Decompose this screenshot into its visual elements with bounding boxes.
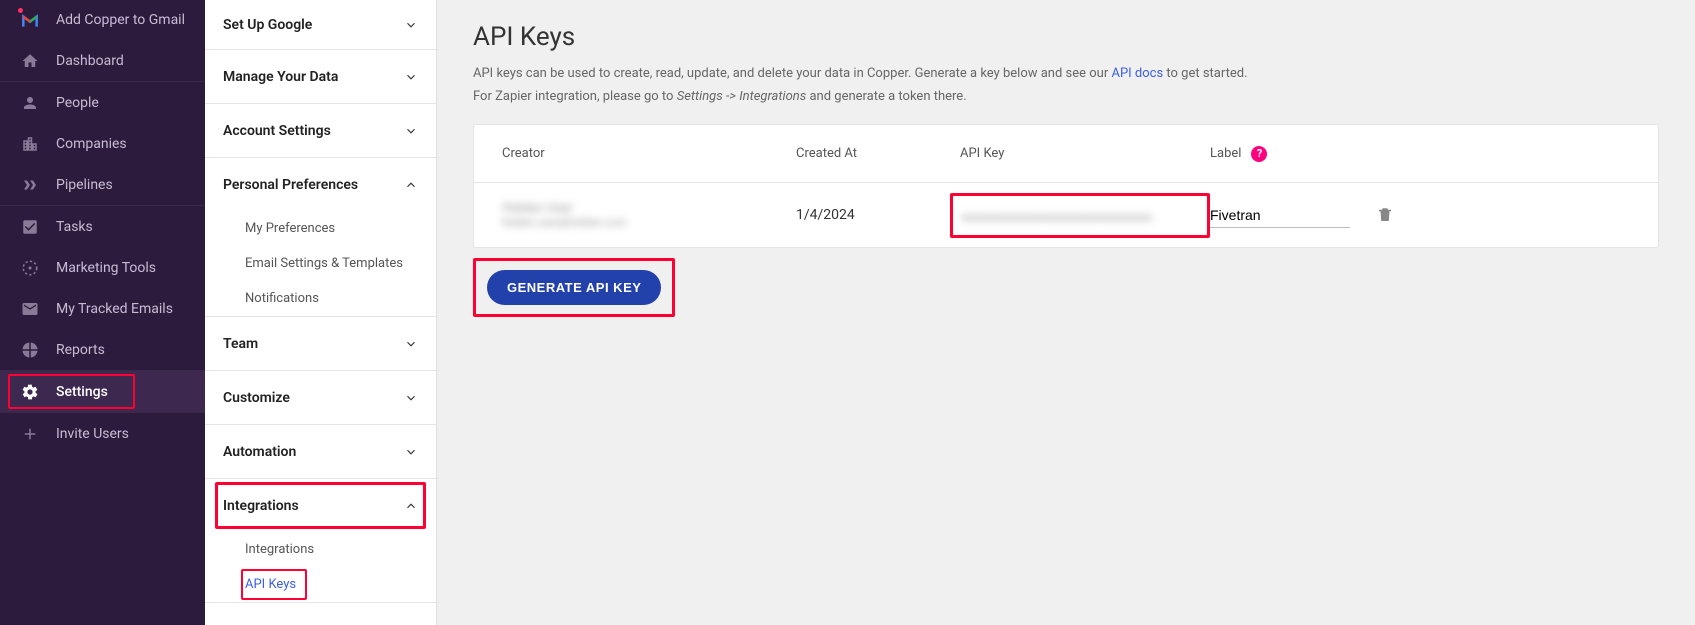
nav-dashboard[interactable]: Dashboard [0, 40, 205, 81]
col-creator-header: Creator [502, 146, 796, 161]
sub-team[interactable]: Team [205, 317, 436, 370]
settings-icon [20, 382, 40, 402]
chevron-down-icon [404, 445, 418, 459]
created-cell: 1/4/2024 [796, 207, 960, 223]
nav-marketing[interactable]: Marketing Tools [0, 247, 205, 288]
sub-title: Set Up Google [223, 17, 312, 33]
chevron-down-icon [404, 18, 418, 32]
task-icon [20, 217, 40, 237]
creator-cell: Hidden User hidden.user@hidden.com [502, 201, 796, 229]
nav-label: Dashboard [56, 53, 124, 69]
nav-label: People [56, 95, 99, 111]
chevron-down-icon [404, 337, 418, 351]
help-icon[interactable]: ? [1251, 146, 1267, 162]
creator-email: hidden.user@hidden.com [502, 216, 796, 229]
sub-title: Account Settings [223, 123, 331, 139]
desc-text: API keys can be used to create, read, up… [473, 66, 1111, 81]
nav-label: Reports [56, 342, 105, 358]
nav-label: Pipelines [56, 177, 113, 193]
creator-name: Hidden User [502, 201, 796, 216]
marketing-icon [20, 258, 40, 278]
nav-label: Settings [56, 384, 108, 400]
col-created-header: Created At [796, 146, 960, 161]
delete-key-button[interactable] [1370, 206, 1400, 224]
nav-reports[interactable]: Reports [0, 329, 205, 370]
sub-item-notifications[interactable]: Notifications [205, 281, 436, 316]
sub-automation[interactable]: Automation [205, 425, 436, 478]
nav-label: Companies [56, 136, 127, 152]
nav-settings[interactable]: Settings [0, 371, 205, 412]
nav-pipelines[interactable]: Pipelines [0, 164, 205, 205]
chevron-up-icon [404, 499, 418, 513]
sub-item-integrations[interactable]: Integrations [205, 532, 436, 567]
nav-label: My Tracked Emails [56, 301, 173, 317]
home-icon [20, 51, 40, 71]
company-icon [20, 134, 40, 154]
settings-sub-sidebar: Set Up Google Manage Your Data Account S… [205, 0, 437, 625]
main-nav-sidebar: Add Copper to Gmail Dashboard People Com… [0, 0, 205, 625]
sub-item-api-keys[interactable]: API Keys [205, 567, 436, 602]
nav-tracked-emails[interactable]: My Tracked Emails [0, 288, 205, 329]
sub-manage-data[interactable]: Manage Your Data [205, 50, 436, 103]
page-description-2: For Zapier integration, please go to Set… [473, 89, 1659, 104]
desc-text: For Zapier integration, please go to [473, 89, 677, 104]
sub-title: Integrations [223, 498, 299, 514]
sub-item-my-prefs[interactable]: My Preferences [205, 211, 436, 246]
sub-title: Manage Your Data [223, 69, 338, 85]
reports-icon [20, 340, 40, 360]
chevron-up-icon [404, 178, 418, 192]
sub-customize[interactable]: Customize [205, 371, 436, 424]
sub-title: Team [223, 336, 258, 352]
sub-item-email-settings[interactable]: Email Settings & Templates [205, 246, 436, 281]
plus-icon [20, 424, 40, 444]
table-row: Hidden User hidden.user@hidden.com 1/4/2… [474, 183, 1658, 247]
nav-label: Invite Users [56, 426, 129, 442]
desc-italic: Settings -> Integrations [677, 89, 807, 104]
api-docs-link[interactable]: API docs [1111, 66, 1163, 81]
gmail-label: Add Copper to Gmail [56, 12, 185, 28]
copper-logo [20, 10, 40, 30]
desc-text: to get started. [1163, 66, 1247, 81]
page-title: API Keys [473, 22, 1659, 52]
chevron-down-icon [404, 124, 418, 138]
api-keys-table-card: Creator Created At API Key Label ? Hidde… [473, 124, 1659, 248]
nav-label: Tasks [56, 219, 93, 235]
col-key-header: API Key [960, 146, 1210, 161]
sub-account-settings[interactable]: Account Settings [205, 104, 436, 157]
sub-setup-google[interactable]: Set Up Google [205, 0, 436, 49]
generate-button-highlight: GENERATE API KEY [473, 258, 675, 317]
sub-personal-prefs[interactable]: Personal Preferences [205, 158, 436, 211]
nav-people[interactable]: People [0, 82, 205, 123]
chevron-down-icon [404, 70, 418, 84]
add-copper-to-gmail[interactable]: Add Copper to Gmail [0, 0, 205, 40]
api-key-cell: xxxxxxxxxxxxxxxxxxxxxxxxxxxxxxxxxxx [960, 193, 1210, 238]
nav-companies[interactable]: Companies [0, 123, 205, 164]
email-icon [20, 299, 40, 319]
desc-text: and generate a token there. [806, 89, 966, 104]
label-cell [1210, 203, 1370, 228]
label-header-text: Label [1210, 146, 1241, 161]
sub-title: Automation [223, 444, 296, 460]
sub-title: Customize [223, 390, 290, 406]
person-icon [20, 93, 40, 113]
generate-api-key-button[interactable]: GENERATE API KEY [487, 270, 661, 305]
col-label-header: Label ? [1210, 146, 1370, 162]
api-key-value: xxxxxxxxxxxxxxxxxxxxxxxxxxxxxxxxxxx [961, 210, 1152, 224]
table-header: Creator Created At API Key Label ? [474, 125, 1658, 183]
page-description-1: API keys can be used to create, read, up… [473, 66, 1659, 81]
label-input[interactable] [1210, 203, 1350, 228]
sub-title: Personal Preferences [223, 177, 358, 193]
chevron-down-icon [404, 391, 418, 405]
nav-tasks[interactable]: Tasks [0, 206, 205, 247]
nav-label: Marketing Tools [56, 260, 156, 276]
sub-integrations[interactable]: Integrations [205, 479, 436, 532]
pipeline-icon [20, 175, 40, 195]
main-content: API Keys API keys can be used to create,… [437, 0, 1695, 625]
nav-invite-users[interactable]: Invite Users [0, 413, 205, 454]
